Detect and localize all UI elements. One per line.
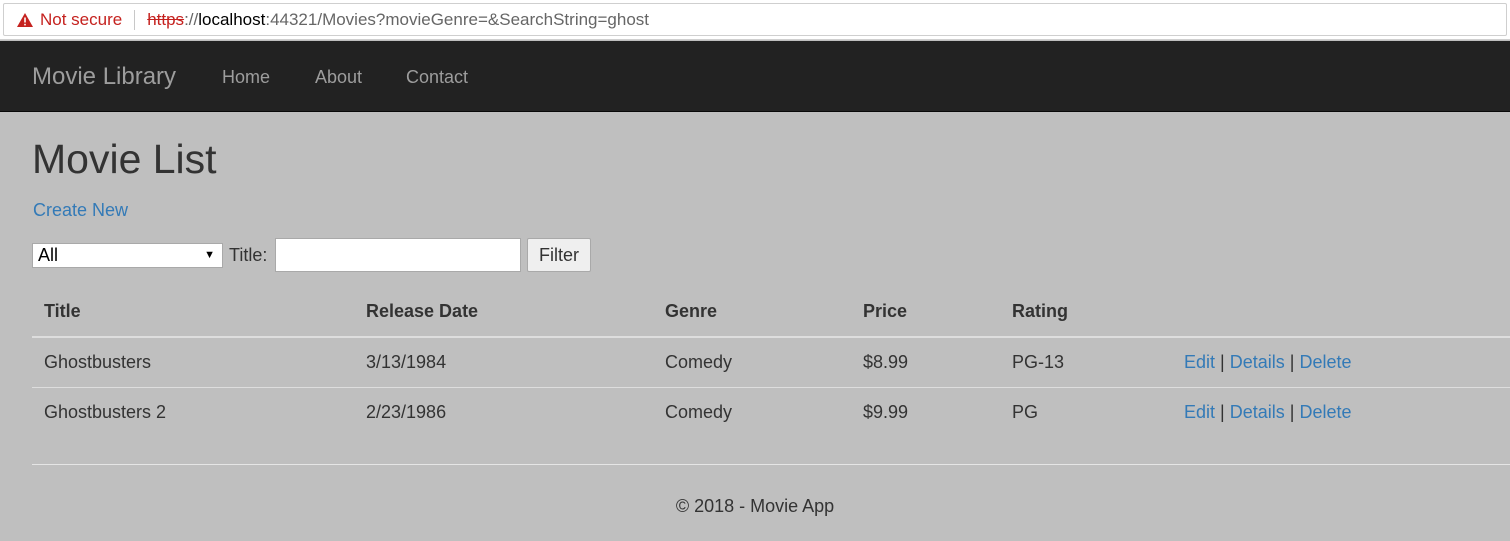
url-host: localhost (198, 9, 266, 29)
delete-link[interactable]: Delete (1300, 402, 1352, 422)
footer-divider (32, 464, 1510, 465)
details-link[interactable]: Details (1230, 402, 1285, 422)
header-release-date: Release Date (354, 287, 653, 338)
details-link[interactable]: Details (1230, 352, 1285, 372)
security-status[interactable]: Not secure (40, 10, 122, 30)
header-actions (1172, 287, 1510, 338)
browser-address-bar: Not secure https://localhost:44321/Movie… (0, 0, 1510, 40)
url-path: :44321/Movies?movieGenre=&SearchString=g… (265, 9, 650, 29)
cell-actions: Edit | Details | Delete (1172, 337, 1510, 388)
url-separator (134, 9, 136, 30)
cell-genre: Comedy (665, 401, 733, 422)
create-new-link[interactable]: Create New (33, 200, 128, 221)
cell-rating: PG-13 (1000, 337, 1172, 388)
url-scheme: https (147, 9, 185, 29)
delete-link[interactable]: Delete (1300, 352, 1352, 372)
action-separator: | (1220, 351, 1225, 372)
table-row: Ghostbusters 3/13/1984 Comedy $8.99 PG-1… (32, 337, 1510, 388)
header-genre: Genre (653, 287, 851, 338)
cell-genre: Comedy (653, 337, 851, 388)
edit-link[interactable]: Edit (1184, 352, 1215, 372)
table-row: Ghostbusters 2 2/23/1986 Comedy $9.99 PG… (32, 387, 1510, 437)
cell-release-date: 3/13/1984 (354, 337, 653, 388)
cell-price: $8.99 (851, 337, 1000, 388)
footer-copyright: © 2018 - Movie App (675, 496, 835, 516)
warning-triangle-icon (17, 12, 33, 27)
action-separator: | (1289, 401, 1295, 422)
title-filter-label: Title: (229, 245, 268, 265)
nav-link-home[interactable]: Home (222, 67, 270, 88)
header-title: Title (32, 287, 354, 338)
nav-link-about[interactable]: About (315, 67, 362, 88)
edit-link[interactable]: Edit (1184, 402, 1215, 422)
url-box[interactable]: Not secure https://localhost:44321/Movie… (3, 3, 1507, 36)
header-price: Price (851, 287, 1000, 338)
page-title: Movie List (32, 136, 217, 182)
cell-title: Ghostbusters (32, 337, 354, 388)
title-search-input[interactable] (275, 238, 521, 272)
genre-select[interactable]: All ▼ (32, 243, 223, 268)
navbar: Movie Library Home About Contact (0, 41, 1510, 112)
url-colon: :// (184, 9, 199, 29)
dropdown-arrow-icon: ▼ (204, 249, 215, 261)
cell-title: Ghostbusters 2 (44, 401, 167, 422)
cell-release-date: 2/23/1986 (366, 401, 447, 422)
genre-select-value: All (38, 245, 59, 265)
nav-link-contact[interactable]: Contact (406, 67, 468, 88)
action-separator: | (1220, 401, 1225, 422)
cell-price: $9.99 (863, 401, 909, 422)
cell-actions: Edit | Details | Delete (1172, 387, 1510, 437)
header-rating: Rating (1000, 287, 1172, 338)
movie-table: Title Release Date Genre Price Rating Gh… (32, 287, 1510, 437)
filter-button[interactable]: Filter (527, 238, 591, 272)
cell-rating: PG (1012, 401, 1039, 422)
table-header-row: Title Release Date Genre Price Rating (32, 287, 1510, 338)
action-separator: | (1289, 351, 1295, 372)
navbar-brand[interactable]: Movie Library (32, 63, 176, 91)
